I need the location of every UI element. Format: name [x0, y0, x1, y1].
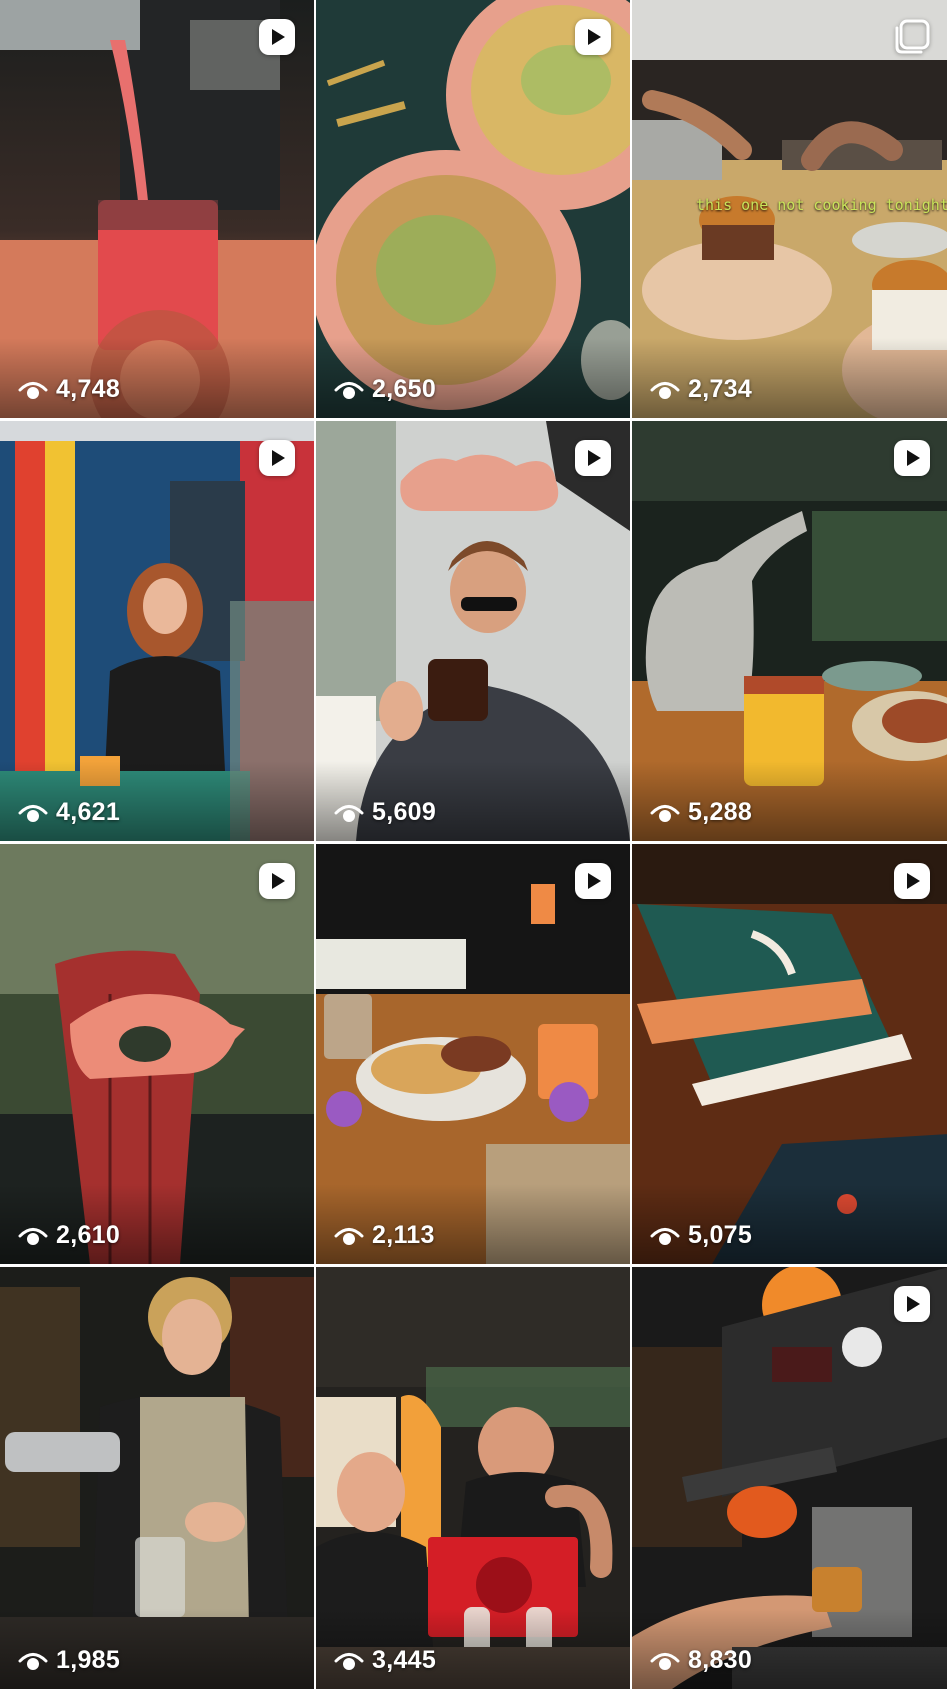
- view-count-label: 4,621: [56, 798, 121, 826]
- view-count-label: 4,748: [56, 375, 121, 403]
- reel-play-icon: [893, 439, 931, 477]
- view-count-label: 5,075: [688, 1221, 753, 1249]
- eye-icon: [334, 1227, 364, 1245]
- eye-icon: [650, 1652, 680, 1670]
- post-tile[interactable]: 2,650: [316, 0, 630, 418]
- view-count-label: 2,650: [372, 375, 437, 403]
- post-tile[interactable]: 2,113: [316, 844, 630, 1264]
- view-count: 4,621: [18, 798, 120, 827]
- eye-icon: [334, 804, 364, 822]
- eye-icon: [334, 1652, 364, 1670]
- view-count-label: 2,610: [56, 1221, 121, 1249]
- reel-play-icon: [258, 862, 296, 900]
- view-count-label: 8,830: [688, 1646, 753, 1674]
- post-tile[interactable]: 5,609: [316, 421, 630, 841]
- post-thumbnail: [316, 421, 630, 841]
- eye-icon: [650, 804, 680, 822]
- post-thumbnail: [632, 844, 947, 1264]
- post-tile[interactable]: this one not cooking tonight 2,734: [632, 0, 947, 418]
- view-count: 2,113: [334, 1221, 435, 1250]
- view-count: 5,075: [650, 1221, 752, 1250]
- post-tile[interactable]: 1,985: [0, 1267, 314, 1689]
- view-count-label: 2,734: [688, 375, 753, 403]
- reel-play-icon: [574, 439, 612, 477]
- reel-play-icon: [258, 18, 296, 56]
- view-count: 4,748: [18, 375, 120, 404]
- view-count: 2,734: [650, 375, 752, 404]
- post-thumbnail: [0, 1267, 314, 1689]
- post-thumbnail: [316, 844, 630, 1264]
- eye-icon: [334, 381, 364, 399]
- post-tile[interactable]: 4,748: [0, 0, 314, 418]
- post-thumbnail: [0, 0, 314, 418]
- reel-play-icon: [893, 1285, 931, 1323]
- reel-play-icon: [258, 439, 296, 477]
- post-tile[interactable]: 5,288: [632, 421, 947, 841]
- post-thumbnail: [316, 0, 630, 418]
- post-grid: 4,748 2,650 this one not cooking tonight…: [0, 0, 947, 1689]
- post-tile[interactable]: 4,621: [0, 421, 314, 841]
- carousel-icon: [893, 18, 931, 56]
- post-thumbnail: [0, 844, 314, 1264]
- view-count: 2,610: [18, 1221, 120, 1250]
- post-thumbnail: [632, 1267, 947, 1689]
- view-count: 5,288: [650, 798, 752, 827]
- view-count-label: 1,985: [56, 1646, 121, 1674]
- post-tile[interactable]: 8,830: [632, 1267, 947, 1689]
- eye-icon: [18, 381, 48, 399]
- eye-icon: [650, 381, 680, 399]
- eye-icon: [18, 1652, 48, 1670]
- post-overlay-caption: this one not cooking tonight: [696, 196, 947, 214]
- eye-icon: [650, 1227, 680, 1245]
- reel-play-icon: [893, 862, 931, 900]
- view-count: 5,609: [334, 798, 436, 827]
- eye-icon: [18, 1227, 48, 1245]
- reel-play-icon: [574, 862, 612, 900]
- post-tile[interactable]: 2,610: [0, 844, 314, 1264]
- view-count-label: 5,609: [372, 798, 437, 826]
- post-thumbnail: [0, 421, 314, 841]
- post-thumbnail: [316, 1267, 630, 1689]
- eye-icon: [18, 804, 48, 822]
- post-thumbnail: [632, 421, 947, 841]
- view-count: 3,445: [334, 1646, 436, 1675]
- view-count-label: 3,445: [372, 1646, 437, 1674]
- post-tile[interactable]: 3,445: [316, 1267, 630, 1689]
- view-count-label: 2,113: [372, 1221, 435, 1249]
- reel-play-icon: [574, 18, 612, 56]
- view-count-label: 5,288: [688, 798, 753, 826]
- post-tile[interactable]: 5,075: [632, 844, 947, 1264]
- view-count: 2,650: [334, 375, 436, 404]
- view-count: 1,985: [18, 1646, 120, 1675]
- view-count: 8,830: [650, 1646, 752, 1675]
